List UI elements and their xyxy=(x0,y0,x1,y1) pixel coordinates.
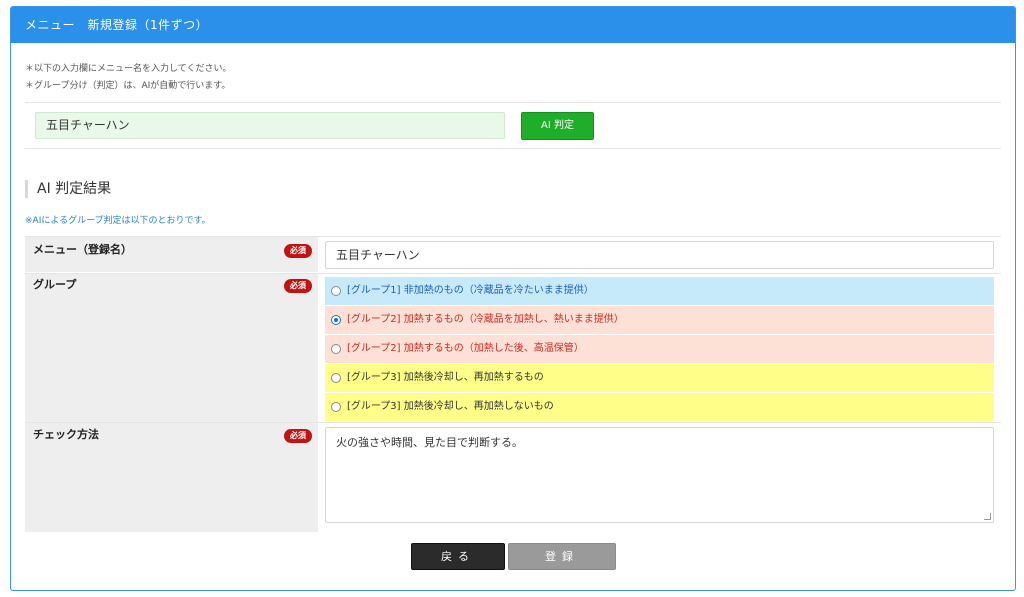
result-section-title: AI 判定結果 xyxy=(25,180,111,198)
radio-button[interactable] xyxy=(331,315,341,325)
group-option-label: [グループ3] 加熱後冷却し、再加熱するもの xyxy=(347,372,544,383)
back-button[interactable]: 戻る xyxy=(411,543,505,570)
group-label-text: グループ xyxy=(33,278,77,291)
instruction-note-2: ＊グループ分け（判定）は、AIが自動で行います。 xyxy=(25,81,231,91)
radio-button[interactable] xyxy=(331,402,341,412)
group-option[interactable]: [グループ2] 加熱するもの（冷蔵品を加熱し、熱いまま提供） xyxy=(325,306,994,334)
divider xyxy=(25,102,1001,103)
panel-title: メニュー 新規登録（1件ずつ） xyxy=(11,7,1015,43)
menu-name-label-text: メニュー（登録名） xyxy=(33,243,132,256)
group-option-label: [グループ2] 加熱するもの（冷蔵品を加熱し、熱いまま提供） xyxy=(347,314,624,325)
ai-judge-button[interactable]: AI 判定 xyxy=(521,112,594,140)
check-method-label: チェック方法 xyxy=(25,423,318,532)
group-option-label: [グループ3] 加熱後冷却し、再加熱しないもの xyxy=(347,401,554,412)
divider xyxy=(25,148,1001,149)
required-badge: 必須 xyxy=(284,279,312,293)
registered-name-field[interactable]: 五目チャーハン xyxy=(325,241,994,269)
radio-button[interactable] xyxy=(331,373,341,383)
registration-panel: メニュー 新規登録（1件ずつ） ＊以下の入力欄にメニュー名を入力してください。 … xyxy=(10,6,1016,591)
group-option[interactable]: [グループ1] 非加熱のもの（冷蔵品を冷たいまま提供） xyxy=(325,277,994,305)
check-method-textarea[interactable]: 火の強さや時間、見た目で判断する。 xyxy=(325,427,994,523)
check-method-label-text: チェック方法 xyxy=(33,428,99,441)
group-label: グループ xyxy=(25,274,318,422)
group-option-label: [グループ2] 加熱するもの（加熱した後、高温保管） xyxy=(347,343,584,354)
radio-button[interactable] xyxy=(331,344,341,354)
result-note: ※AIによるグループ判定は以下のとおりです。 xyxy=(25,216,211,226)
instruction-note-1: ＊以下の入力欄にメニュー名を入力してください。 xyxy=(25,64,232,74)
required-badge: 必須 xyxy=(284,429,312,443)
menu-name-input[interactable]: 五目チャーハン xyxy=(35,112,505,139)
group-option[interactable]: [グループ3] 加熱後冷却し、再加熱しないもの xyxy=(325,393,994,421)
register-button[interactable]: 登録 xyxy=(508,543,616,570)
required-badge: 必須 xyxy=(284,244,312,258)
group-option[interactable]: [グループ3] 加熱後冷却し、再加熱するもの xyxy=(325,364,994,392)
resize-handle-icon[interactable] xyxy=(984,513,991,520)
check-method-text: 火の強さや時間、見た目で判断する。 xyxy=(336,436,523,449)
menu-name-label: メニュー（登録名） xyxy=(25,237,318,272)
group-option[interactable]: [グループ2] 加熱するもの（加熱した後、高温保管） xyxy=(325,335,994,363)
group-option-label: [グループ1] 非加熱のもの（冷蔵品を冷たいまま提供） xyxy=(347,285,594,296)
radio-button[interactable] xyxy=(331,286,341,296)
